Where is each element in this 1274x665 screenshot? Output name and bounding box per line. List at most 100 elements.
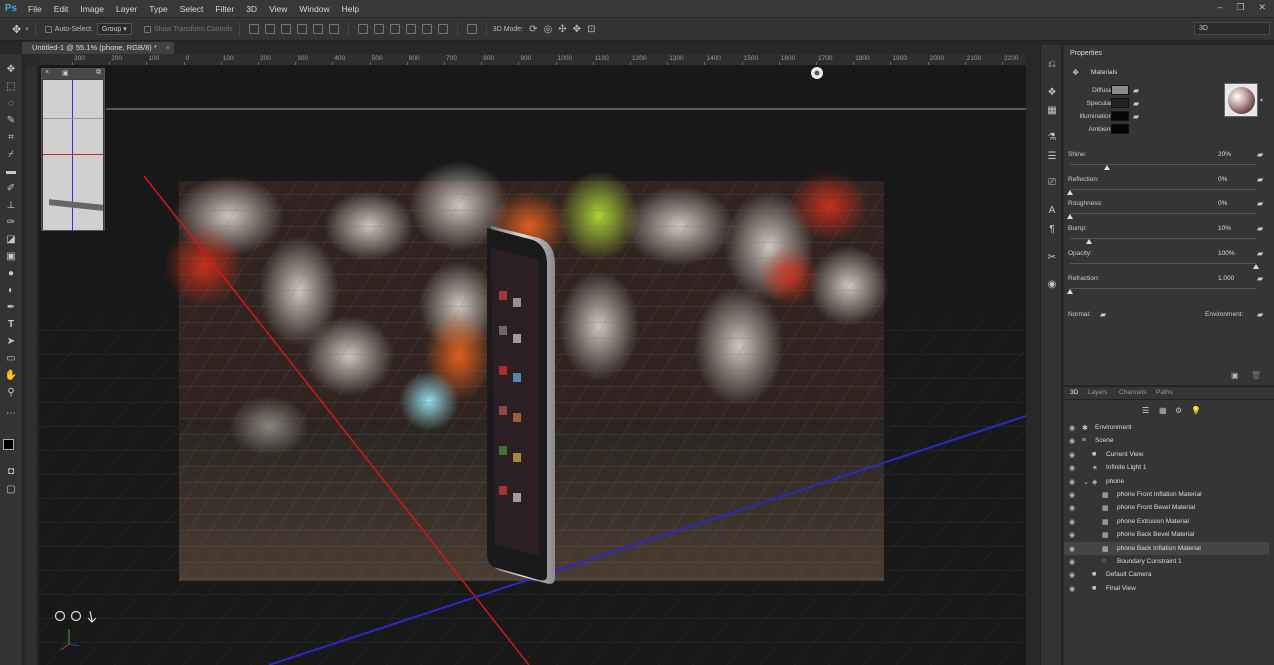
type-tool-icon[interactable]: T [4, 317, 18, 331]
filter-materials-icon[interactable]: ⚙ [1175, 406, 1182, 415]
distribute-middle-icon[interactable] [373, 24, 384, 34]
move-tool-icon[interactable]: ✥ [4, 62, 18, 76]
marquee-tool-icon[interactable]: ⬚ [4, 79, 18, 93]
visibility-eye-icon[interactable]: ◉ [1069, 491, 1075, 499]
filter-lights-icon[interactable]: 💡 [1191, 406, 1201, 415]
scale-3d-icon[interactable]: ⊡ [587, 24, 595, 35]
drag-3d-icon[interactable]: ✣ [558, 24, 566, 35]
eraser-tool-icon[interactable]: ◪ [4, 232, 18, 246]
minimize-icon[interactable]: – [1217, 2, 1222, 13]
show-transform-checkbox[interactable] [143, 25, 151, 33]
shine-slider-track[interactable] [1070, 164, 1256, 165]
secondary-view-close-icon[interactable]: × [45, 69, 49, 76]
document-tab[interactable]: Untitled-1 @ 55.1% (phone, RGB/8) * × [22, 42, 174, 54]
distribute-left-icon[interactable] [405, 24, 416, 34]
menu-file[interactable]: File [22, 4, 48, 14]
visibility-eye-icon[interactable]: ◉ [1069, 585, 1075, 593]
restore-icon[interactable]: ❐ [1236, 2, 1244, 13]
menu-image[interactable]: Image [74, 4, 110, 14]
specular-texture-folder-icon[interactable]: ▰ [1133, 100, 1142, 108]
bump-folder-icon[interactable]: ▰ [1257, 225, 1266, 233]
tool-preset-chevron-icon[interactable]: ▾ [25, 25, 29, 33]
roughness-value[interactable]: 0% [1218, 200, 1246, 207]
visibility-eye-icon[interactable]: ◉ [1069, 518, 1075, 526]
gradient-tool-icon[interactable]: ▣ [4, 249, 18, 263]
diffuse-texture-folder-icon[interactable]: ▰ [1133, 87, 1142, 95]
visibility-eye-icon[interactable]: ◉ [1069, 545, 1075, 553]
specular-color-swatch[interactable] [1111, 98, 1129, 108]
scene-tree-item[interactable]: ◉ ▦ phone Back Bevel Material [1064, 528, 1269, 541]
distribute-bottom-icon[interactable] [389, 24, 400, 34]
secondary-view-swap-icon[interactable]: ⧉ [96, 69, 101, 77]
filter-meshes-icon[interactable]: ▦ [1159, 406, 1167, 415]
menu-view[interactable]: View [263, 4, 293, 14]
scene-tree-item[interactable]: ◉ ≡ Scene [1064, 434, 1269, 447]
scene-tree-item[interactable]: ◉ ■ Final View [1064, 582, 1269, 595]
reflection-slider-track[interactable] [1070, 188, 1256, 190]
roughness-folder-icon[interactable]: ▰ [1257, 200, 1266, 208]
roughness-slider-thumb[interactable] [1067, 214, 1073, 220]
auto-select-checkbox[interactable] [44, 25, 52, 33]
render-icon[interactable]: ▣ [1231, 371, 1239, 380]
character-panel-icon[interactable]: A [1045, 203, 1059, 217]
distribute-top-icon[interactable] [357, 24, 368, 34]
diffuse-color-swatch[interactable] [1111, 85, 1129, 95]
path-select-tool-icon[interactable]: ➤ [4, 334, 18, 348]
refraction-slider-thumb[interactable] [1067, 288, 1073, 294]
bump-slider-thumb[interactable] [1085, 239, 1092, 245]
secondary-view-camera-icon[interactable]: ▣ [62, 69, 69, 77]
tools-preset-panel-icon[interactable]: ✂ [1045, 250, 1059, 264]
shine-slider-thumb[interactable] [1104, 165, 1111, 170]
more-tools-icon[interactable]: ⋯ [4, 406, 18, 420]
visibility-eye-icon[interactable]: ◉ [1069, 424, 1075, 432]
brush-tool-icon[interactable]: ✐ [4, 181, 18, 195]
menu-window[interactable]: Window [293, 4, 335, 14]
roll-3d-icon[interactable]: ◎ [544, 24, 553, 35]
slide-3d-icon[interactable]: ✥ [573, 24, 581, 35]
history-brush-tool-icon[interactable]: ✑ [4, 215, 18, 229]
tab-3d[interactable]: 3D [1070, 389, 1078, 396]
menu-3d[interactable]: 3D [240, 4, 263, 14]
foreground-color-swatch[interactable] [3, 439, 14, 450]
align-center-icon[interactable] [312, 24, 323, 34]
visibility-eye-icon[interactable]: ◉ [1069, 504, 1075, 512]
align-top-icon[interactable] [248, 24, 259, 34]
scene-tree-item[interactable]: ◉ ⌄ ◈ phone [1064, 475, 1269, 488]
opacity-slider-thumb[interactable] [1253, 263, 1259, 269]
shine-folder-icon[interactable]: ▰ [1257, 151, 1266, 159]
scene-tree-item[interactable]: ◉ ▦ phone Extrusion Material [1064, 515, 1269, 528]
refraction-folder-icon[interactable]: ▰ [1257, 274, 1266, 282]
hand-tool-icon[interactable]: ✋ [4, 368, 18, 382]
reflection-value[interactable]: 0% [1218, 176, 1246, 183]
visibility-eye-icon[interactable]: ◉ [1069, 464, 1075, 472]
lasso-tool-icon[interactable]: ◌ [4, 96, 18, 110]
dodge-tool-icon[interactable]: ◐ [4, 283, 18, 297]
menu-layer[interactable]: Layer [110, 4, 143, 14]
zoom-tool-icon[interactable]: ⚲ [4, 385, 18, 399]
menu-help[interactable]: Help [336, 4, 365, 14]
scene-tree-item[interactable]: ◉ ▦ phone Front Inflation Material [1064, 488, 1269, 501]
screen-mode-icon[interactable]: ▢ [4, 482, 18, 496]
move-tool-icon[interactable]: ✥ [12, 23, 21, 36]
illumination-color-swatch[interactable] [1111, 111, 1129, 121]
delete-icon[interactable]: 🗑 [1251, 371, 1261, 380]
scene-tree-item[interactable]: ◉ ○ Boundary Constraint 1 [1064, 555, 1269, 568]
scene-tree-item[interactable]: ◉ ■ Current View [1064, 448, 1269, 461]
menu-type[interactable]: Type [143, 4, 173, 14]
scene-tree-item[interactable]: ◉ ✶ Infinite Light 1 [1064, 461, 1269, 474]
close-icon[interactable]: ✕ [1258, 2, 1266, 13]
align-left-icon[interactable] [296, 24, 307, 34]
phone-3d-model[interactable] [487, 226, 555, 584]
properties-panel-icon[interactable]: ☰ [1045, 149, 1059, 163]
ruler-tool-icon[interactable]: ▬ [4, 164, 18, 178]
menu-edit[interactable]: Edit [48, 4, 75, 14]
tab-layers[interactable]: Layers [1088, 389, 1108, 396]
document-canvas[interactable]: × ▣ ⧉ [39, 66, 1026, 665]
refraction-value[interactable]: 1.000 [1218, 275, 1246, 282]
scene-tree-item[interactable]: ◉ ■ Default Camera [1064, 568, 1269, 581]
close-tab-icon[interactable]: × [166, 43, 170, 52]
visibility-eye-icon[interactable]: ◉ [1069, 478, 1075, 486]
paragraph-panel-icon[interactable]: ¶ [1045, 222, 1059, 236]
3d-viewport[interactable] [39, 66, 1026, 665]
stamp-tool-icon[interactable]: ⊥ [4, 198, 18, 212]
